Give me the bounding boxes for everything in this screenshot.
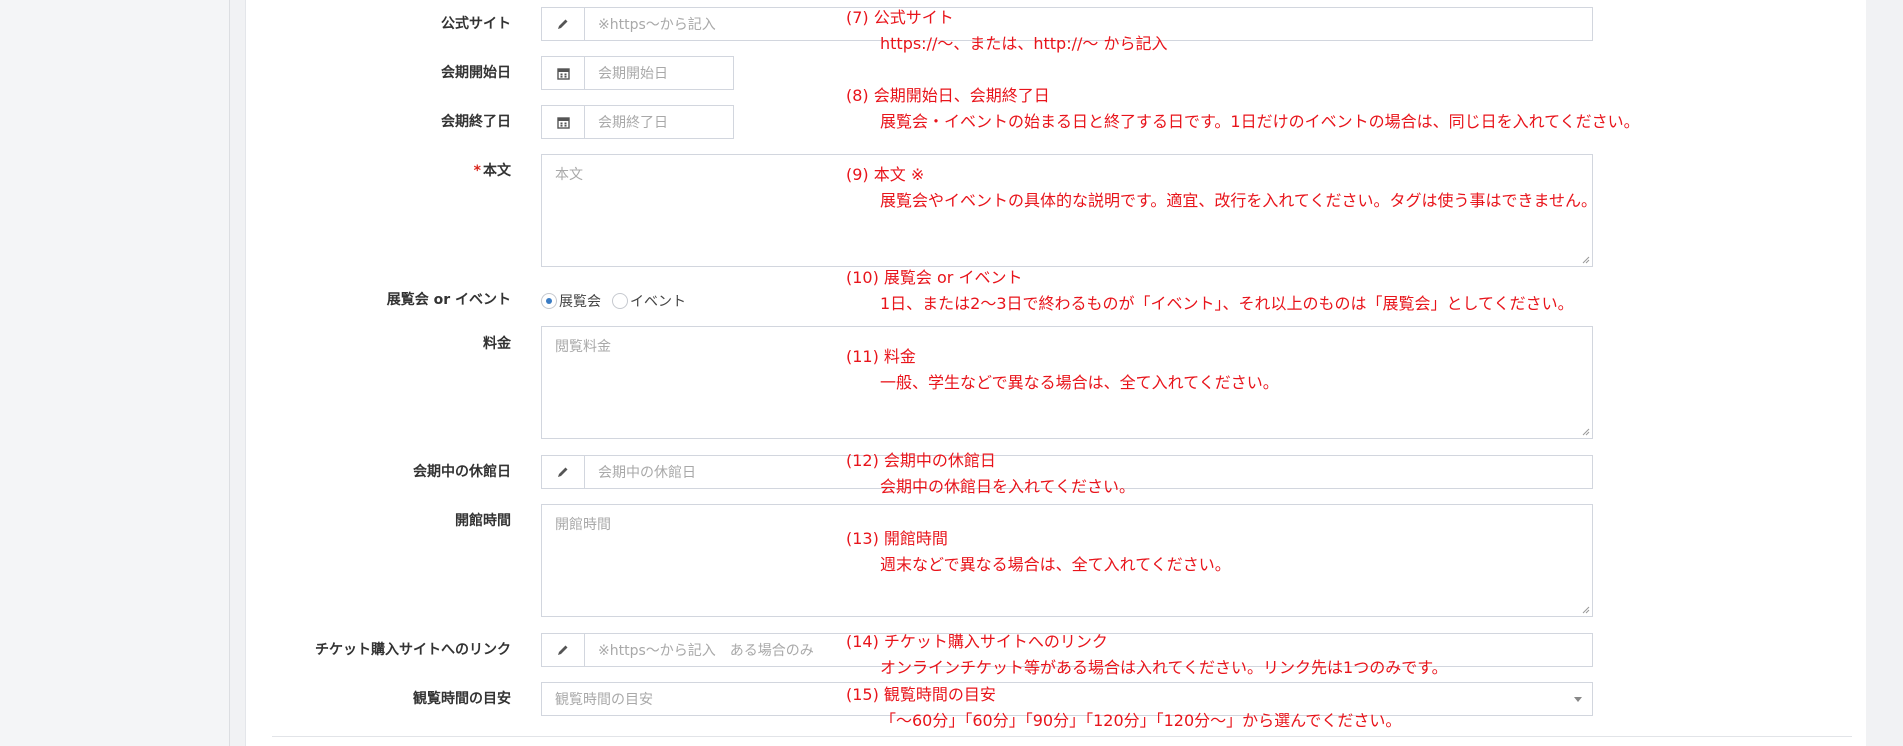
fee-label: 料金 <box>483 336 511 352</box>
body-label: * 本文 <box>474 162 511 180</box>
note-9: (9) 本文 ※ 展覧会やイベントの具体的な説明です。適宜、改行を入れてください… <box>846 162 1597 214</box>
note-title: (13) 開館時間 <box>846 529 948 548</box>
radio-event-label: イベント <box>630 294 686 310</box>
radio-exhibition[interactable]: 展覧会 <box>541 291 601 311</box>
radio-checked-icon[interactable] <box>541 293 557 309</box>
note-desc: 1日、または2〜3日で終わるものが「イベント」、それ以上のものは「展覧会」として… <box>880 294 1574 313</box>
radio-exhibition-label: 展覧会 <box>559 294 601 310</box>
note-13: (13) 開館時間 週末などで異なる場合は、全て入れてください。 <box>846 526 1231 578</box>
note-title: (8) 会期開始日、会期終了日 <box>846 86 1050 105</box>
left-sidebar <box>0 0 230 746</box>
closed-days-label: 会期中の休館日 <box>413 464 511 480</box>
note-desc: 展覧会・イベントの始まる日と終了する日です。1日だけのイベントの場合は、同じ日を… <box>880 112 1640 131</box>
note-desc: 週末などで異なる場合は、全て入れてください。 <box>880 555 1231 574</box>
fee-placeholder: 閲覧料金 <box>555 339 611 355</box>
note-title: (7) 公式サイト <box>846 8 954 27</box>
note-14: (14) チケット購入サイトへのリンク オンラインチケット等がある場合は入れてく… <box>846 629 1448 681</box>
end-date-input[interactable]: 会期終了日 <box>541 105 734 139</box>
calendar-icon <box>542 57 585 89</box>
official-site-placeholder: ※https〜から記入 <box>598 17 716 33</box>
note-desc: 展覧会やイベントの具体的な説明です。適宜、改行を入れてください。タグは使う事はで… <box>880 191 1597 210</box>
end-date-label: 会期終了日 <box>441 114 511 130</box>
pencil-icon <box>542 634 585 666</box>
note-7: (7) 公式サイト https://〜、または、http://〜 から記入 <box>846 5 1167 57</box>
divider <box>272 736 1852 737</box>
note-11: (11) 料金 一般、学生などで異なる場合は、全て入れてください。 <box>846 344 1279 396</box>
note-12: (12) 会期中の休館日 会期中の休館日を入れてください。 <box>846 448 1135 500</box>
radio-event[interactable]: イベント <box>612 291 686 311</box>
right-margin <box>1866 0 1903 746</box>
note-title: (9) 本文 ※ <box>846 165 925 184</box>
viewing-time-placeholder: 観覧時間の目安 <box>555 692 653 708</box>
note-15: (15) 観覧時間の目安 「〜60分」「60分」「90分」「120分」「120分… <box>846 682 1401 734</box>
note-desc: https://〜、または、http://〜 から記入 <box>880 34 1168 53</box>
type-label: 展覧会 or イベント <box>386 292 511 308</box>
start-date-label: 会期開始日 <box>441 65 511 81</box>
radio-unchecked-icon[interactable] <box>612 293 628 309</box>
start-date-input[interactable]: 会期開始日 <box>541 56 734 90</box>
note-desc: オンラインチケット等がある場合は入れてください。リンク先は1つのみです。 <box>880 658 1448 677</box>
pencil-icon <box>542 456 585 488</box>
note-desc: 「〜60分」「60分」「90分」「120分」「120分〜」から選んでください。 <box>880 711 1402 730</box>
resize-handle-icon[interactable] <box>1581 255 1590 264</box>
note-10: (10) 展覧会 or イベント 1日、または2〜3日で終わるものが「イベント」… <box>846 265 1574 317</box>
viewing-time-label: 観覧時間の目安 <box>413 691 511 707</box>
closed-days-placeholder: 会期中の休館日 <box>598 465 696 481</box>
note-8: (8) 会期開始日、会期終了日 展覧会・イベントの始まる日と終了する日です。1日… <box>846 83 1640 135</box>
body-placeholder: 本文 <box>555 167 583 183</box>
note-title: (12) 会期中の休館日 <box>846 451 996 470</box>
required-mark: * <box>473 163 481 179</box>
note-title: (11) 料金 <box>846 347 916 366</box>
hours-placeholder: 開館時間 <box>555 517 611 533</box>
note-title: (10) 展覧会 or イベント <box>846 268 1023 287</box>
official-site-label: 公式サイト <box>441 16 511 32</box>
ticket-link-placeholder: ※https〜から記入 ある場合のみ <box>598 643 814 659</box>
start-date-placeholder: 会期開始日 <box>598 66 668 82</box>
note-title: (14) チケット購入サイトへのリンク <box>846 632 1108 651</box>
note-desc: 会期中の休館日を入れてください。 <box>880 477 1136 496</box>
end-date-placeholder: 会期終了日 <box>598 115 668 131</box>
chevron-down-icon[interactable] <box>1574 697 1582 702</box>
pencil-icon <box>542 8 585 40</box>
note-desc: 一般、学生などで異なる場合は、全て入れてください。 <box>880 373 1279 392</box>
ticket-link-label: チケット購入サイトへのリンク <box>315 642 511 658</box>
note-title: (15) 観覧時間の目安 <box>846 685 996 704</box>
calendar-icon <box>542 106 585 138</box>
resize-handle-icon[interactable] <box>1581 427 1590 436</box>
resize-handle-icon[interactable] <box>1581 605 1590 614</box>
body-label-text: 本文 <box>483 163 511 179</box>
hours-label: 開館時間 <box>455 513 511 529</box>
